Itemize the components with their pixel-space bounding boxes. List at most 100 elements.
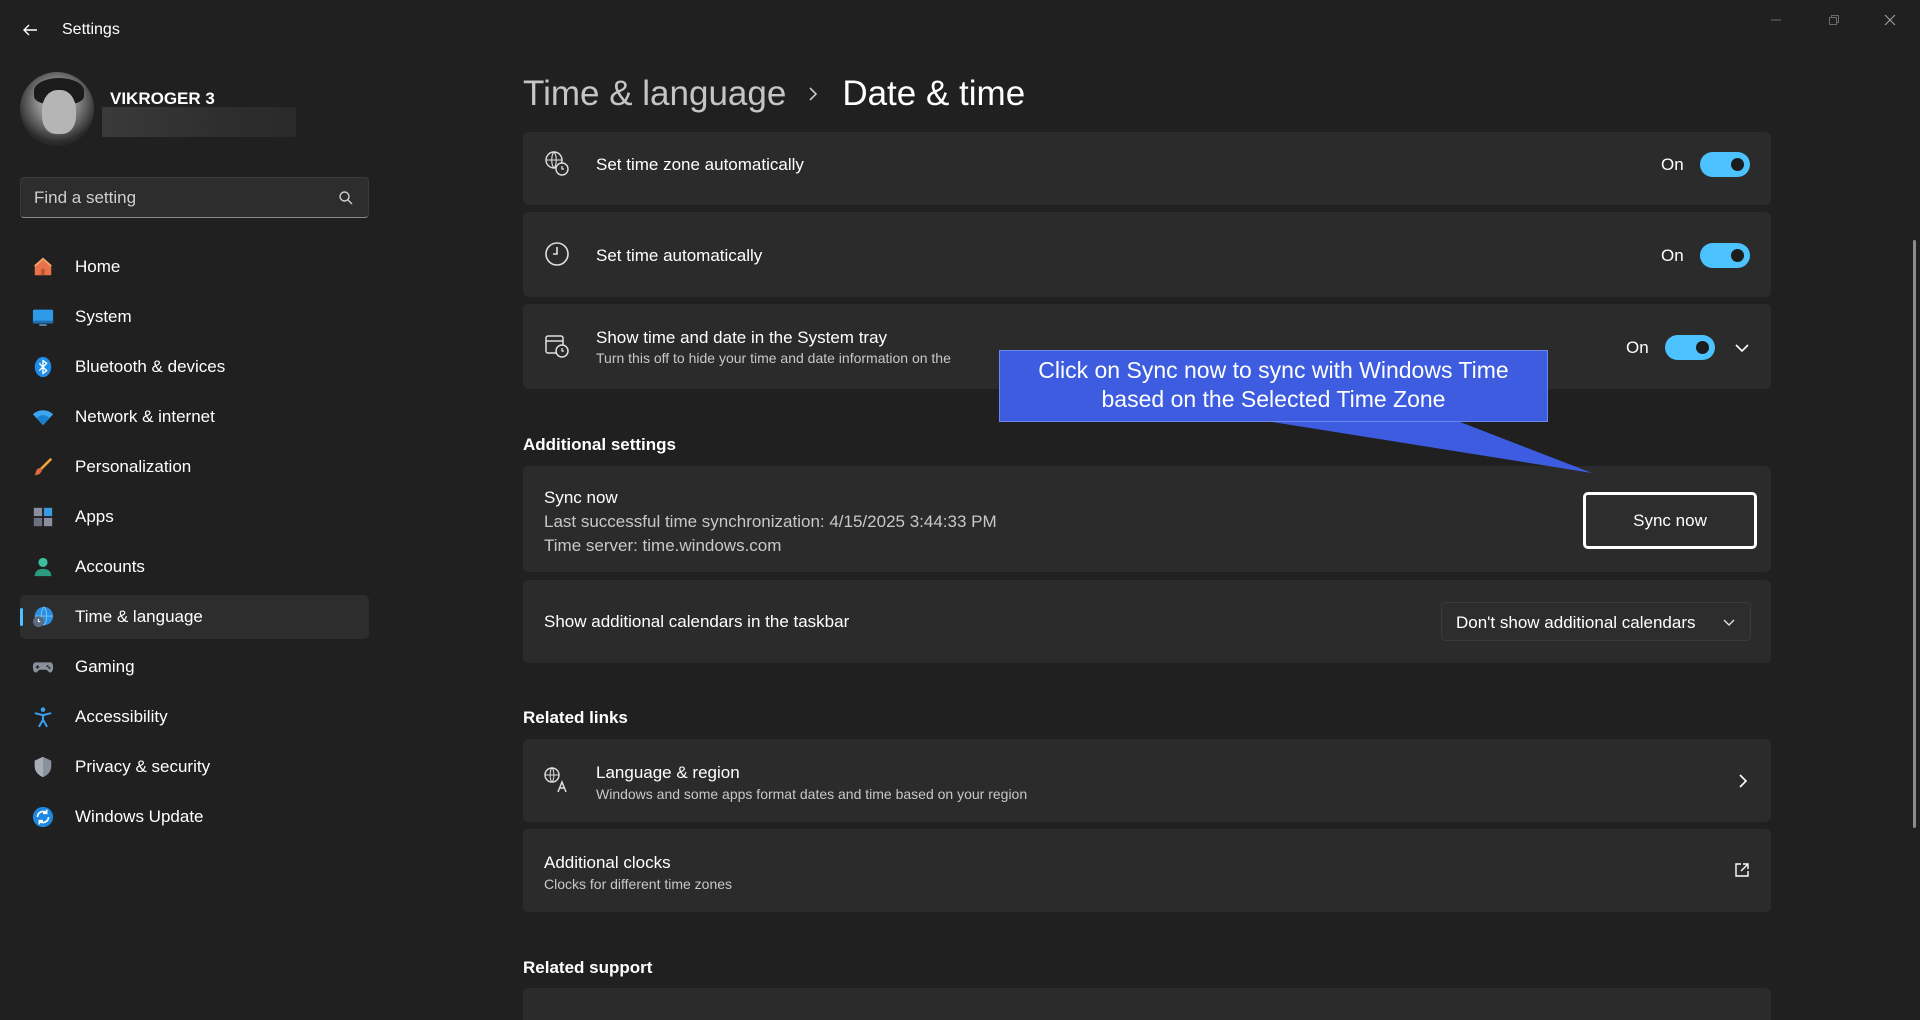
gamepad-icon bbox=[32, 656, 54, 678]
additional-clocks-subtitle: Clocks for different time zones bbox=[544, 876, 733, 892]
sidebar-item-accounts[interactable]: Accounts bbox=[20, 545, 369, 589]
shield-icon bbox=[32, 756, 54, 778]
monitor-icon bbox=[32, 306, 54, 328]
wifi-icon bbox=[32, 406, 54, 428]
search-icon[interactable] bbox=[338, 190, 354, 206]
chevron-right-icon bbox=[806, 85, 824, 103]
minimize-button[interactable] bbox=[1756, 8, 1796, 32]
app-title: Settings bbox=[62, 21, 120, 38]
calendars-dropdown[interactable]: Don't show additional calendars bbox=[1441, 602, 1751, 641]
dropdown-selected-value: Don't show additional calendars bbox=[1456, 613, 1696, 632]
sidebar-item-privacy[interactable]: Privacy & security bbox=[20, 745, 369, 789]
user-name: VIKROGER 3 bbox=[110, 89, 215, 108]
systray-toggle-group: On bbox=[1626, 335, 1715, 360]
sidebar-item-home[interactable]: Home bbox=[20, 245, 369, 289]
user-email-redacted bbox=[102, 107, 296, 137]
sidebar-item-label: Windows Update bbox=[75, 807, 204, 826]
sidebar-item-label: Privacy & security bbox=[75, 757, 211, 776]
sidebar-item-label: Personalization bbox=[75, 457, 192, 476]
sidebar-item-network[interactable]: Network & internet bbox=[20, 395, 369, 439]
sidebar-item-windows-update[interactable]: Windows Update bbox=[20, 795, 369, 839]
time-auto-title: Set time automatically bbox=[596, 246, 763, 265]
back-arrow-icon bbox=[23, 24, 37, 36]
related-support-heading: Related support bbox=[523, 958, 653, 977]
minimize-icon bbox=[1771, 19, 1781, 21]
toggle-state-label: On bbox=[1626, 337, 1649, 357]
sidebar-item-label: Accounts bbox=[75, 557, 145, 576]
update-icon bbox=[32, 806, 54, 828]
breadcrumb: Time & language Date & time bbox=[523, 72, 1025, 116]
breadcrumb-parent[interactable]: Time & language bbox=[523, 74, 786, 114]
systray-toggle[interactable] bbox=[1664, 335, 1715, 360]
scrollbar[interactable] bbox=[1913, 240, 1916, 828]
sidebar-item-accessibility[interactable]: Accessibility bbox=[20, 695, 369, 739]
timezone-auto-toggle-group: On bbox=[1661, 152, 1750, 177]
systray-title: Show time and date in the System tray bbox=[596, 328, 888, 347]
language-region-subtitle: Windows and some apps format dates and t… bbox=[596, 786, 1028, 802]
home-icon bbox=[32, 256, 54, 278]
restore-icon bbox=[1829, 15, 1839, 25]
sidebar-item-label: System bbox=[75, 307, 132, 326]
search-input[interactable] bbox=[21, 178, 368, 217]
avatar[interactable] bbox=[20, 72, 94, 146]
sync-now-button[interactable]: Sync now bbox=[1583, 492, 1757, 549]
sidebar-nav: Home System Bluetooth & devices Network … bbox=[20, 245, 369, 845]
calendar-clock-icon bbox=[543, 332, 571, 360]
open-external-icon bbox=[1735, 863, 1749, 877]
person-icon bbox=[32, 556, 54, 578]
close-button[interactable] bbox=[1870, 8, 1910, 32]
timezone-auto-title: Set time zone automatically bbox=[596, 155, 804, 174]
sidebar-item-label: Apps bbox=[75, 507, 114, 526]
globe-clock-icon bbox=[543, 150, 571, 178]
additional-clocks-title: Additional clocks bbox=[544, 853, 671, 872]
language-icon bbox=[543, 766, 571, 794]
search-box[interactable] bbox=[20, 177, 369, 218]
sidebar-item-gaming[interactable]: Gaming bbox=[20, 645, 369, 689]
chevron-down-icon bbox=[1723, 619, 1735, 626]
sidebar-item-bluetooth[interactable]: Bluetooth & devices bbox=[20, 345, 369, 389]
sidebar-item-apps[interactable]: Apps bbox=[20, 495, 369, 539]
accessibility-icon bbox=[32, 706, 54, 728]
language-region-link[interactable]: Language & region Windows and some apps … bbox=[523, 739, 1771, 822]
sync-title: Sync now bbox=[544, 488, 618, 507]
clock-icon bbox=[543, 240, 571, 268]
apps-icon bbox=[32, 506, 54, 528]
sidebar-item-personalization[interactable]: Personalization bbox=[20, 445, 369, 489]
title-bar: Settings bbox=[0, 0, 1920, 60]
toggle-state-label: On bbox=[1661, 154, 1684, 174]
additional-settings-heading: Additional settings bbox=[523, 435, 676, 454]
sidebar-item-system[interactable]: System bbox=[20, 295, 369, 339]
time-auto-toggle[interactable] bbox=[1699, 243, 1750, 268]
additional-clocks-link[interactable]: Additional clocks Clocks for different t… bbox=[523, 829, 1771, 912]
callout-line-2: based on the Selected Time Zone bbox=[1101, 386, 1446, 412]
language-region-title: Language & region bbox=[596, 763, 740, 782]
timezone-auto-toggle[interactable] bbox=[1699, 152, 1750, 177]
sidebar-item-label: Bluetooth & devices bbox=[75, 357, 226, 376]
sidebar-item-label: Time & language bbox=[75, 607, 203, 626]
restore-button[interactable] bbox=[1814, 8, 1854, 32]
back-button[interactable] bbox=[14, 16, 46, 44]
annotation-callout: Click on Sync now to sync with Windows T… bbox=[999, 350, 1548, 422]
time-server-text: Time server: time.windows.com bbox=[544, 536, 782, 555]
toggle-state-label: On bbox=[1661, 245, 1684, 265]
last-sync-text: Last successful time synchronization: 4/… bbox=[544, 512, 997, 531]
page-title: Date & time bbox=[842, 74, 1026, 113]
systray-subtitle: Turn this off to hide your time and date… bbox=[596, 350, 951, 366]
sidebar-item-label: Accessibility bbox=[75, 707, 168, 726]
callout-line-1: Click on Sync now to sync with Windows T… bbox=[1038, 357, 1509, 383]
timezone-auto-card: Set time zone automatically On bbox=[523, 132, 1771, 205]
close-icon bbox=[1884, 14, 1896, 26]
sidebar-item-time-language[interactable]: Time & language bbox=[20, 595, 369, 639]
time-auto-toggle-group: On bbox=[1661, 243, 1750, 268]
chevron-down-icon[interactable] bbox=[1734, 340, 1750, 356]
brush-icon bbox=[32, 456, 54, 478]
calendars-title: Show additional calendars in the taskbar bbox=[544, 612, 850, 631]
chevron-right-icon bbox=[1739, 774, 1748, 788]
globe-clock-icon bbox=[32, 606, 54, 628]
bluetooth-icon bbox=[32, 356, 54, 378]
sidebar-item-label: Home bbox=[75, 257, 121, 276]
sidebar-item-label: Network & internet bbox=[75, 407, 215, 426]
related-links-heading: Related links bbox=[523, 708, 628, 727]
time-auto-card: Set time automatically On bbox=[523, 212, 1771, 297]
related-support-card[interactable] bbox=[523, 988, 1771, 1020]
